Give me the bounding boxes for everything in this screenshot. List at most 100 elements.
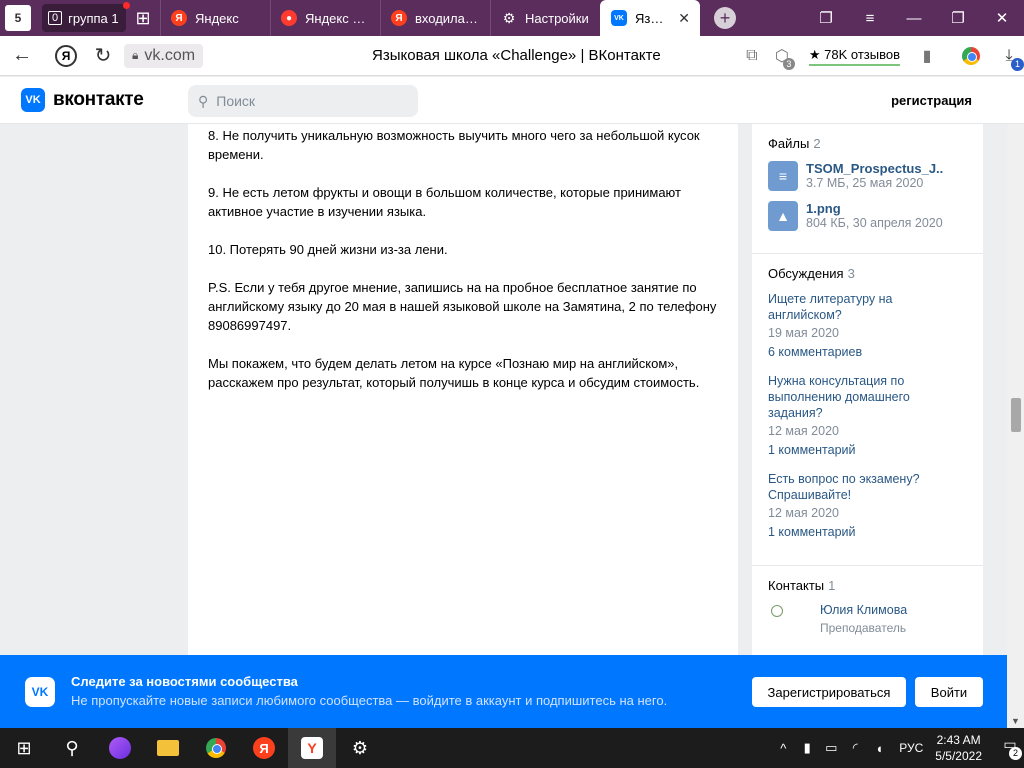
settings-taskbar-button[interactable]: ⚙ — [336, 728, 384, 768]
domain-pill[interactable]: 🔒︎ vk.com — [124, 43, 204, 68]
discussion-title[interactable]: Нужна консультация по выполнению домашне… — [768, 373, 967, 421]
address-bar: ← Я ↻ 🔒︎ vk.com Языковая школа «Challeng… — [0, 36, 1024, 76]
discussion-comments[interactable]: 1 комментарий — [768, 443, 967, 457]
subscribe-banner: VK Следите за новостями сообщества Не пр… — [0, 655, 1007, 728]
home-icon: 5 — [5, 5, 31, 31]
search-taskbar-button[interactable]: ⚲ — [48, 728, 96, 768]
browser-tab[interactable]: Я Яндекс — [160, 0, 270, 36]
bookmarks-icon[interactable]: ❐ — [804, 9, 848, 27]
wifi-icon[interactable]: ◜ — [843, 740, 867, 756]
login-button[interactable]: Войти — [915, 677, 983, 707]
home-button[interactable]: 5 — [0, 0, 36, 36]
yandex-browser-icon: Я — [253, 737, 275, 759]
new-tab-button[interactable]: + — [714, 7, 736, 29]
file-name: 1.png — [806, 201, 841, 216]
file-item[interactable]: ▲ 1.png 804 КБ, 30 апреля 2020 — [768, 201, 967, 231]
browser-tab[interactable]: VK Языковая ✕ — [600, 0, 700, 36]
post-paragraph: Мы покажем, что будем делать летом на ку… — [208, 356, 700, 390]
discussions-header[interactable]: Обсуждения 3 — [768, 266, 967, 281]
yandex-button[interactable]: Я — [55, 44, 77, 67]
discussion-title[interactable]: Ищете литературу на английском? — [768, 291, 967, 323]
browser-tab[interactable]: ⚙ Настройки — [490, 0, 600, 36]
contact-name: Юлия Климова — [820, 603, 908, 617]
search-box[interactable]: ⚲ — [188, 85, 418, 117]
search-input[interactable] — [216, 93, 397, 109]
extensions-icon[interactable]: ⬡ 3 — [767, 46, 797, 70]
discussions-count: 3 — [847, 266, 855, 281]
translate-icon[interactable]: ⧉ — [737, 47, 767, 65]
scrollbar-thumb[interactable] — [1011, 398, 1021, 432]
discussions-section: Обсуждения 3 Ищете литературу на английск… — [752, 254, 983, 566]
new-tab-group-button[interactable]: ⊞ — [126, 8, 160, 29]
yandex-taskbar-button[interactable]: Я — [240, 728, 288, 768]
close-window-button[interactable]: ✕ — [980, 9, 1024, 27]
downloads-icon[interactable]: ⤓ 1 — [994, 47, 1024, 71]
discussion-date: 19 мая 2020 — [768, 326, 839, 340]
browser-tab-label: Настройки — [525, 10, 589, 26]
register-button[interactable]: Зарегистрироваться — [752, 677, 906, 707]
vk-logo-text: вконтакте — [53, 89, 144, 110]
browser-tab-bar: 5 0 группа 1 ⊞ Я Яндекс ● Яндекс Карты Явход… — [0, 0, 1024, 36]
scroll-down-arrow[interactable]: ▼ — [1011, 716, 1020, 726]
vk-icon: VK — [611, 10, 627, 26]
clock-date: 5/5/2022 — [935, 749, 982, 763]
explorer-taskbar-button[interactable] — [144, 728, 192, 768]
yandex-active-taskbar-button[interactable]: Y — [288, 728, 336, 768]
bookmark-icon[interactable]: ▮ — [912, 46, 942, 66]
discussion-date: 12 мая 2020 — [768, 424, 839, 438]
search-icon: ⚲ — [198, 92, 209, 109]
browser-tab-label: Языковая — [635, 10, 670, 26]
search-icon: ⚲ — [65, 737, 79, 758]
discussion-comments[interactable]: 6 комментариев — [768, 345, 967, 359]
chrome-taskbar-button[interactable] — [192, 728, 240, 768]
register-link[interactable]: регистрация — [891, 93, 972, 108]
contacts-header[interactable]: Контакты 1 — [768, 578, 967, 593]
discussion-comments[interactable]: 1 комментарий — [768, 525, 967, 539]
contacts-title: Контакты — [768, 578, 825, 593]
post-paragraph: P.S. Если у тебя другое мнение, запишись… — [208, 280, 717, 333]
files-count: 2 — [813, 136, 821, 151]
notifications-button[interactable]: ▭ 2 — [996, 736, 1024, 760]
page-title: Языковая школа «Challenge» | ВКонтакте — [372, 47, 661, 64]
reload-button[interactable]: ↻ — [88, 43, 118, 68]
reviews-link[interactable]: ★ 78K отзывов — [808, 47, 900, 66]
system-tray: ^ ▮ ▭ ◜ ◖ РУС 2:43 AM 5/5/2022 ▭ 2 — [771, 728, 1024, 768]
browser-tab-label: Яндекс — [195, 10, 239, 26]
yandex-icon: Я — [171, 10, 187, 26]
close-tab-icon[interactable]: ✕ — [678, 10, 690, 27]
yandex-icon: Я — [391, 10, 407, 26]
back-button[interactable]: ← — [0, 44, 44, 67]
restore-button[interactable]: ❐ — [936, 9, 980, 27]
chevron-up-icon[interactable]: ^ — [771, 741, 795, 756]
files-title: Файлы — [768, 136, 810, 151]
notification-dot — [123, 2, 130, 9]
gear-icon: ⚙ — [502, 9, 516, 26]
browser-tab[interactable]: ● Яндекс Карты — [270, 0, 380, 36]
clock[interactable]: 2:43 AM 5/5/2022 — [935, 732, 982, 764]
contact-item[interactable]: Юлия Климова Преподаватель — [768, 603, 967, 643]
files-header[interactable]: Файлы 2 — [768, 136, 967, 151]
volume-icon[interactable]: ◖ — [867, 741, 891, 756]
network-icon[interactable]: ▭ — [819, 740, 843, 756]
tab-group[interactable]: 0 группа 1 — [42, 2, 130, 32]
start-button[interactable]: ⊞ — [0, 728, 48, 768]
gear-icon: ⚙ — [351, 737, 369, 758]
menu-icon[interactable]: ≡ — [848, 10, 892, 27]
file-item[interactable]: ≡ TSOM_Prospectus_J.. 3.7 МБ, 25 мая 202… — [768, 161, 967, 191]
banner-title: Следите за новостями сообщества — [71, 674, 298, 689]
chrome-extension-icon[interactable] — [962, 47, 980, 65]
yandex-app-icon: Y — [301, 737, 323, 759]
minimize-button[interactable]: — — [892, 10, 936, 27]
document-icon: ≡ — [768, 161, 798, 191]
page-scrollbar[interactable]: ▼ — [1007, 124, 1024, 728]
alice-taskbar-button[interactable] — [96, 728, 144, 768]
vk-logo-icon: VK — [21, 88, 45, 112]
microphone-icon[interactable]: ▮ — [795, 740, 819, 756]
vk-logo[interactable]: VK вконтакте — [21, 88, 144, 112]
browser-tab[interactable]: Явходила ли — [380, 0, 490, 36]
post-paragraph: 10. Потерять 90 дней жизни из-за лени. — [208, 242, 448, 257]
discussion-title[interactable]: Есть вопрос по экзамену? Спрашивайте! — [768, 471, 967, 503]
tab-group-count: 0 — [48, 11, 63, 25]
language-indicator[interactable]: РУС — [899, 741, 923, 755]
post-paragraph: 9. Не есть летом фрукты и овощи в большо… — [208, 185, 681, 219]
